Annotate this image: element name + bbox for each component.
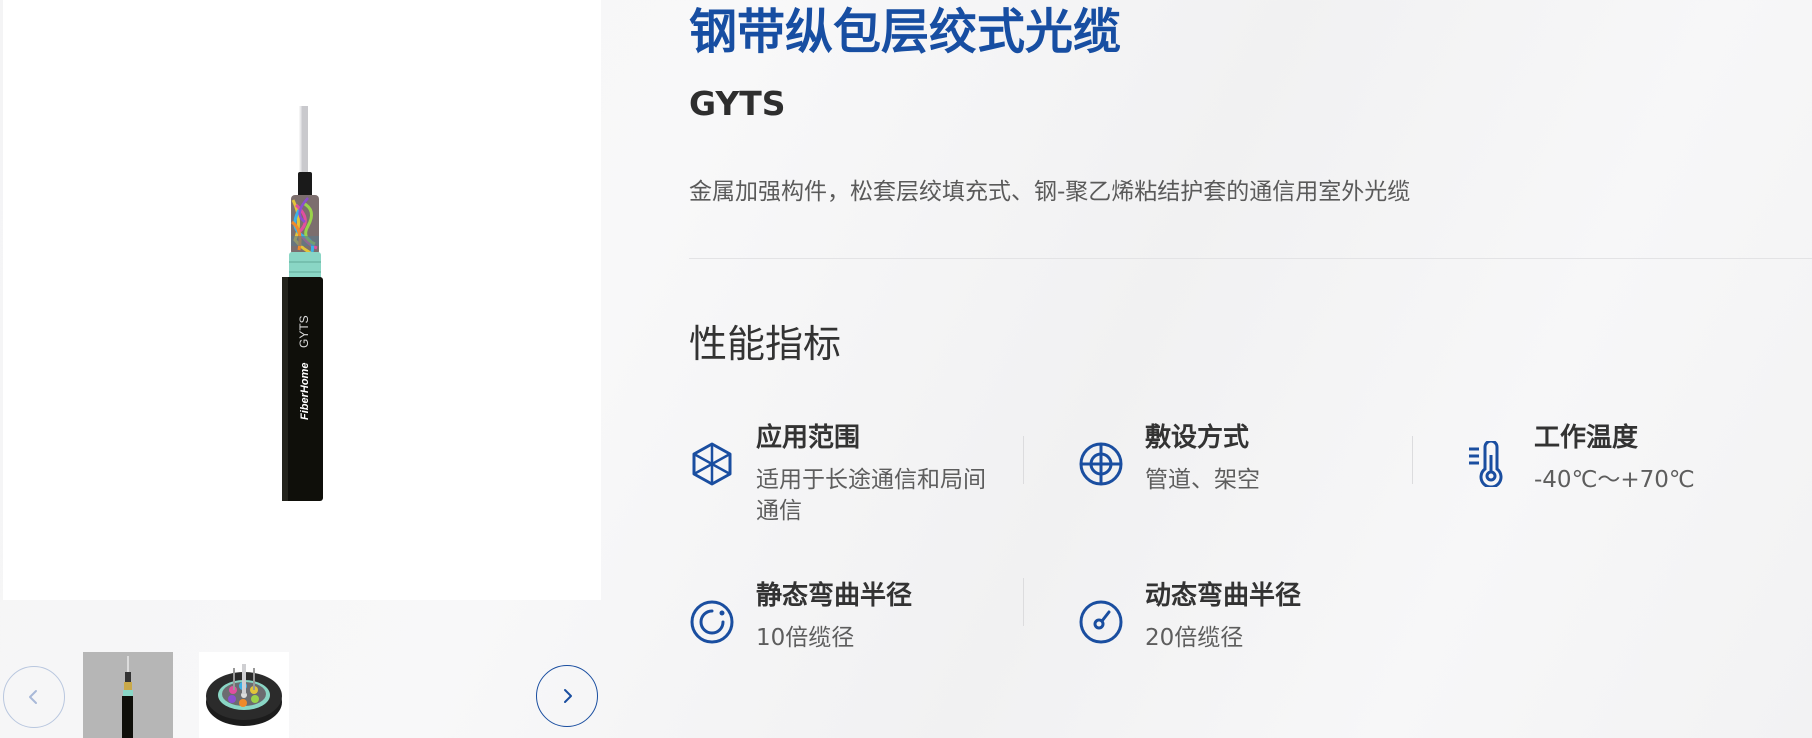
prev-image-button[interactable]: [3, 666, 65, 728]
next-image-button[interactable]: [536, 665, 598, 727]
thumbnail-cross-section[interactable]: [199, 652, 289, 738]
spec-value: -40℃～+70℃: [1534, 467, 1695, 493]
product-title: 钢带纵包层绞式光缆: [689, 4, 1122, 60]
spec-operating-temperature: 工作温度 -40℃～+70℃: [1467, 421, 1812, 531]
separator: [1023, 578, 1024, 626]
thermometer-icon: [1469, 441, 1503, 487]
thumbnail-side-view[interactable]: [83, 652, 173, 738]
cross-section-icon: [206, 664, 282, 726]
chevron-right-icon: [564, 689, 572, 703]
performance-section-title: 性能指标: [689, 322, 842, 366]
spec-application-scope: 应用范围 适用于长途通信和局间通信: [689, 421, 1049, 531]
spec-dynamic-bend-radius: 动态弯曲半径 20倍缆径: [1078, 579, 1438, 689]
spec-title: 静态弯曲半径: [756, 581, 913, 611]
spec-value: 适用于长途通信和局间通信: [756, 467, 986, 524]
cube-icon: [692, 442, 732, 486]
spec-value: 管道、架空: [1145, 467, 1260, 493]
separator: [1023, 436, 1024, 484]
spec-value: 20倍缆径: [1145, 625, 1244, 651]
central-wire: [301, 106, 308, 176]
thumbnail-strip: [0, 650, 600, 738]
spec-title: 动态弯曲半径: [1145, 581, 1302, 611]
static-bend-icon: [690, 600, 734, 644]
cable-illustration: GYTS FiberHome: [282, 106, 323, 501]
cable-thumbnail-icon: [122, 656, 133, 738]
product-gallery: GYTS FiberHome: [0, 0, 601, 738]
spec-value: 10倍缆径: [756, 625, 855, 651]
cable-print-brand: FiberHome: [299, 363, 311, 420]
cable-print-model: GYTS: [297, 315, 311, 348]
spec-title: 敷设方式: [1145, 423, 1250, 453]
dynamic-bend-icon: [1079, 600, 1123, 644]
divider: [689, 258, 1812, 259]
product-description: 金属加强构件，松套层绞填充式、钢-聚乙烯粘结护套的通信用室外光缆: [689, 179, 1411, 205]
spec-static-bend-radius: 静态弯曲半径 10倍缆径: [689, 579, 1049, 689]
spec-title: 工作温度: [1534, 423, 1639, 453]
spec-title: 应用范围: [756, 423, 861, 453]
separator: [1412, 436, 1413, 484]
crosshair-icon: [1079, 442, 1123, 486]
product-info: 钢带纵包层绞式光缆 GYTS 金属加强构件，松套层绞填充式、钢-聚乙烯粘结护套的…: [689, 0, 1812, 738]
main-product-image: GYTS FiberHome: [3, 0, 601, 600]
product-model: GYTS: [689, 84, 786, 123]
spec-laying-method: 敷设方式 管道、架空: [1078, 421, 1438, 531]
chevron-left-icon: [29, 690, 37, 704]
